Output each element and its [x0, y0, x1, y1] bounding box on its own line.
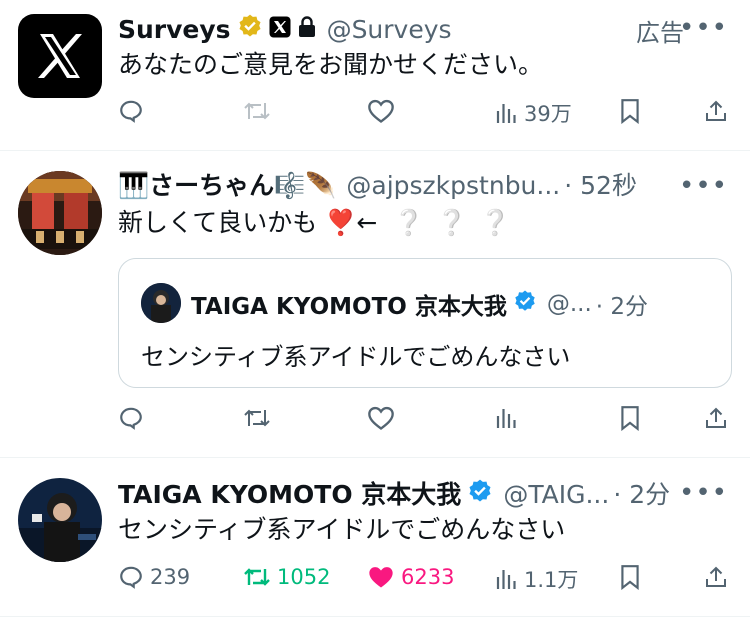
ad-label: 広告: [636, 19, 684, 47]
heart-icon: [368, 406, 394, 430]
x-logo-avatar[interactable]: [18, 14, 102, 98]
bookmark-icon: [621, 99, 639, 124]
bookmark-button[interactable]: [619, 98, 641, 124]
share-icon: [706, 407, 726, 428]
quoted-post-header: TAIGA KYOMOTO 京本大我 @... · 2分: [191, 287, 648, 321]
heart-icon: [368, 99, 394, 123]
reply-icon: [120, 566, 142, 589]
repost-button[interactable]: 1052: [243, 564, 330, 590]
author-handle[interactable]: @ajpszkpstnbu...: [346, 171, 560, 201]
bar-chart-icon: [496, 409, 516, 428]
action-bar: [0, 405, 750, 439]
post-divider: [0, 616, 750, 617]
author-name[interactable]: 🎹さーちゃん🎼🪶: [118, 171, 336, 201]
repost-count: 1052: [277, 565, 331, 589]
x-affiliate-badge-icon: [269, 15, 291, 45]
reply-button[interactable]: [118, 405, 150, 431]
post-text: 新しくて良いかも ❣️← ❔❔❔: [118, 208, 523, 238]
like-button[interactable]: [367, 405, 401, 431]
post-divider: [0, 457, 750, 458]
post-text: あなたのご意見をお聞かせください。: [118, 50, 544, 79]
views-count: 39万: [524, 102, 572, 126]
more-options-icon[interactable]: •••: [679, 171, 728, 201]
quoted-author-handle: @...: [546, 291, 592, 317]
views-count: 1.1万: [524, 568, 579, 592]
like-button[interactable]: [367, 98, 401, 124]
repost-icon: [244, 102, 270, 120]
reply-icon: [120, 407, 142, 430]
quoted-post-card[interactable]: TAIGA KYOMOTO 京本大我 @... · 2分 センシティブ系アイドル…: [118, 258, 732, 388]
post-time[interactable]: · 52秒: [564, 171, 637, 201]
share-button[interactable]: [704, 564, 728, 590]
post-time[interactable]: · 2分: [613, 480, 670, 510]
quoted-author-avatar: [141, 283, 181, 323]
post-text-main: 新しくて良いかも ❣️←: [118, 208, 378, 237]
post-header: TAIGA KYOMOTO 京本大我 @TAIG... · 2分: [118, 478, 670, 511]
quoted-author-name: TAIGA KYOMOTO 京本大我: [191, 294, 507, 320]
repost-button[interactable]: [243, 98, 277, 124]
reply-count: 239: [150, 565, 191, 589]
reply-button[interactable]: 239: [118, 564, 190, 590]
avatar-image: [141, 283, 181, 323]
share-icon: [706, 566, 726, 587]
reply-button[interactable]: [118, 98, 150, 124]
lock-icon: [297, 15, 317, 45]
bar-chart-icon: [496, 104, 516, 123]
views-button[interactable]: [494, 405, 524, 431]
bookmark-icon: [621, 565, 639, 590]
author-avatar[interactable]: [18, 171, 102, 255]
bookmark-button[interactable]: [619, 405, 641, 431]
like-count: 6233: [401, 565, 455, 589]
author-handle[interactable]: @Surveys: [327, 15, 452, 45]
post-text: センシティブ系アイドルでごめんなさい: [118, 515, 566, 544]
action-bar: 239 1052 6233 1.1万: [0, 564, 750, 598]
post-header: Surveys @Surveys: [118, 13, 452, 46]
post-header: 🎹さーちゃん🎼🪶 @ajpszkpstnbu... · 52秒: [118, 171, 637, 201]
repost-icon: [244, 409, 270, 427]
like-button[interactable]: 6233: [367, 564, 454, 590]
more-options-icon[interactable]: •••: [679, 478, 728, 508]
views-button[interactable]: 39万: [494, 98, 572, 128]
bar-chart-icon: [496, 570, 516, 589]
author-name[interactable]: TAIGA KYOMOTO 京本大我: [118, 480, 461, 510]
action-bar: 39万: [0, 98, 750, 132]
bookmark-button[interactable]: [619, 564, 641, 590]
x-logo-icon: [38, 34, 82, 78]
repost-icon: [244, 568, 270, 586]
bookmark-icon: [621, 406, 639, 431]
author-handle[interactable]: @TAIG...: [503, 480, 609, 510]
heart-filled-icon: [369, 567, 393, 588]
gold-verified-badge-icon: [237, 13, 263, 46]
verified-badge-icon: [513, 289, 537, 319]
quoted-post-time: · 2分: [595, 294, 649, 320]
share-button[interactable]: [704, 98, 728, 124]
ad-post[interactable]: Surveys @Surveys 広告 ••• あなたのご意見をお聞かせください…: [0, 0, 750, 150]
share-icon: [706, 100, 726, 121]
more-options-icon[interactable]: •••: [679, 13, 728, 43]
reply-icon: [120, 100, 142, 123]
avatar-image: [18, 171, 102, 255]
views-button[interactable]: 1.1万: [494, 564, 578, 594]
avatar-image: [18, 478, 102, 562]
share-button[interactable]: [704, 405, 728, 431]
quoted-post-text: センシティブ系アイドルでごめんなさい: [141, 343, 571, 371]
author-name[interactable]: Surveys: [118, 15, 231, 45]
author-avatar[interactable]: [18, 478, 102, 562]
post-text-tail: ❔❔❔: [393, 208, 523, 237]
repost-button[interactable]: [243, 405, 277, 431]
verified-badge-icon: [467, 478, 493, 511]
